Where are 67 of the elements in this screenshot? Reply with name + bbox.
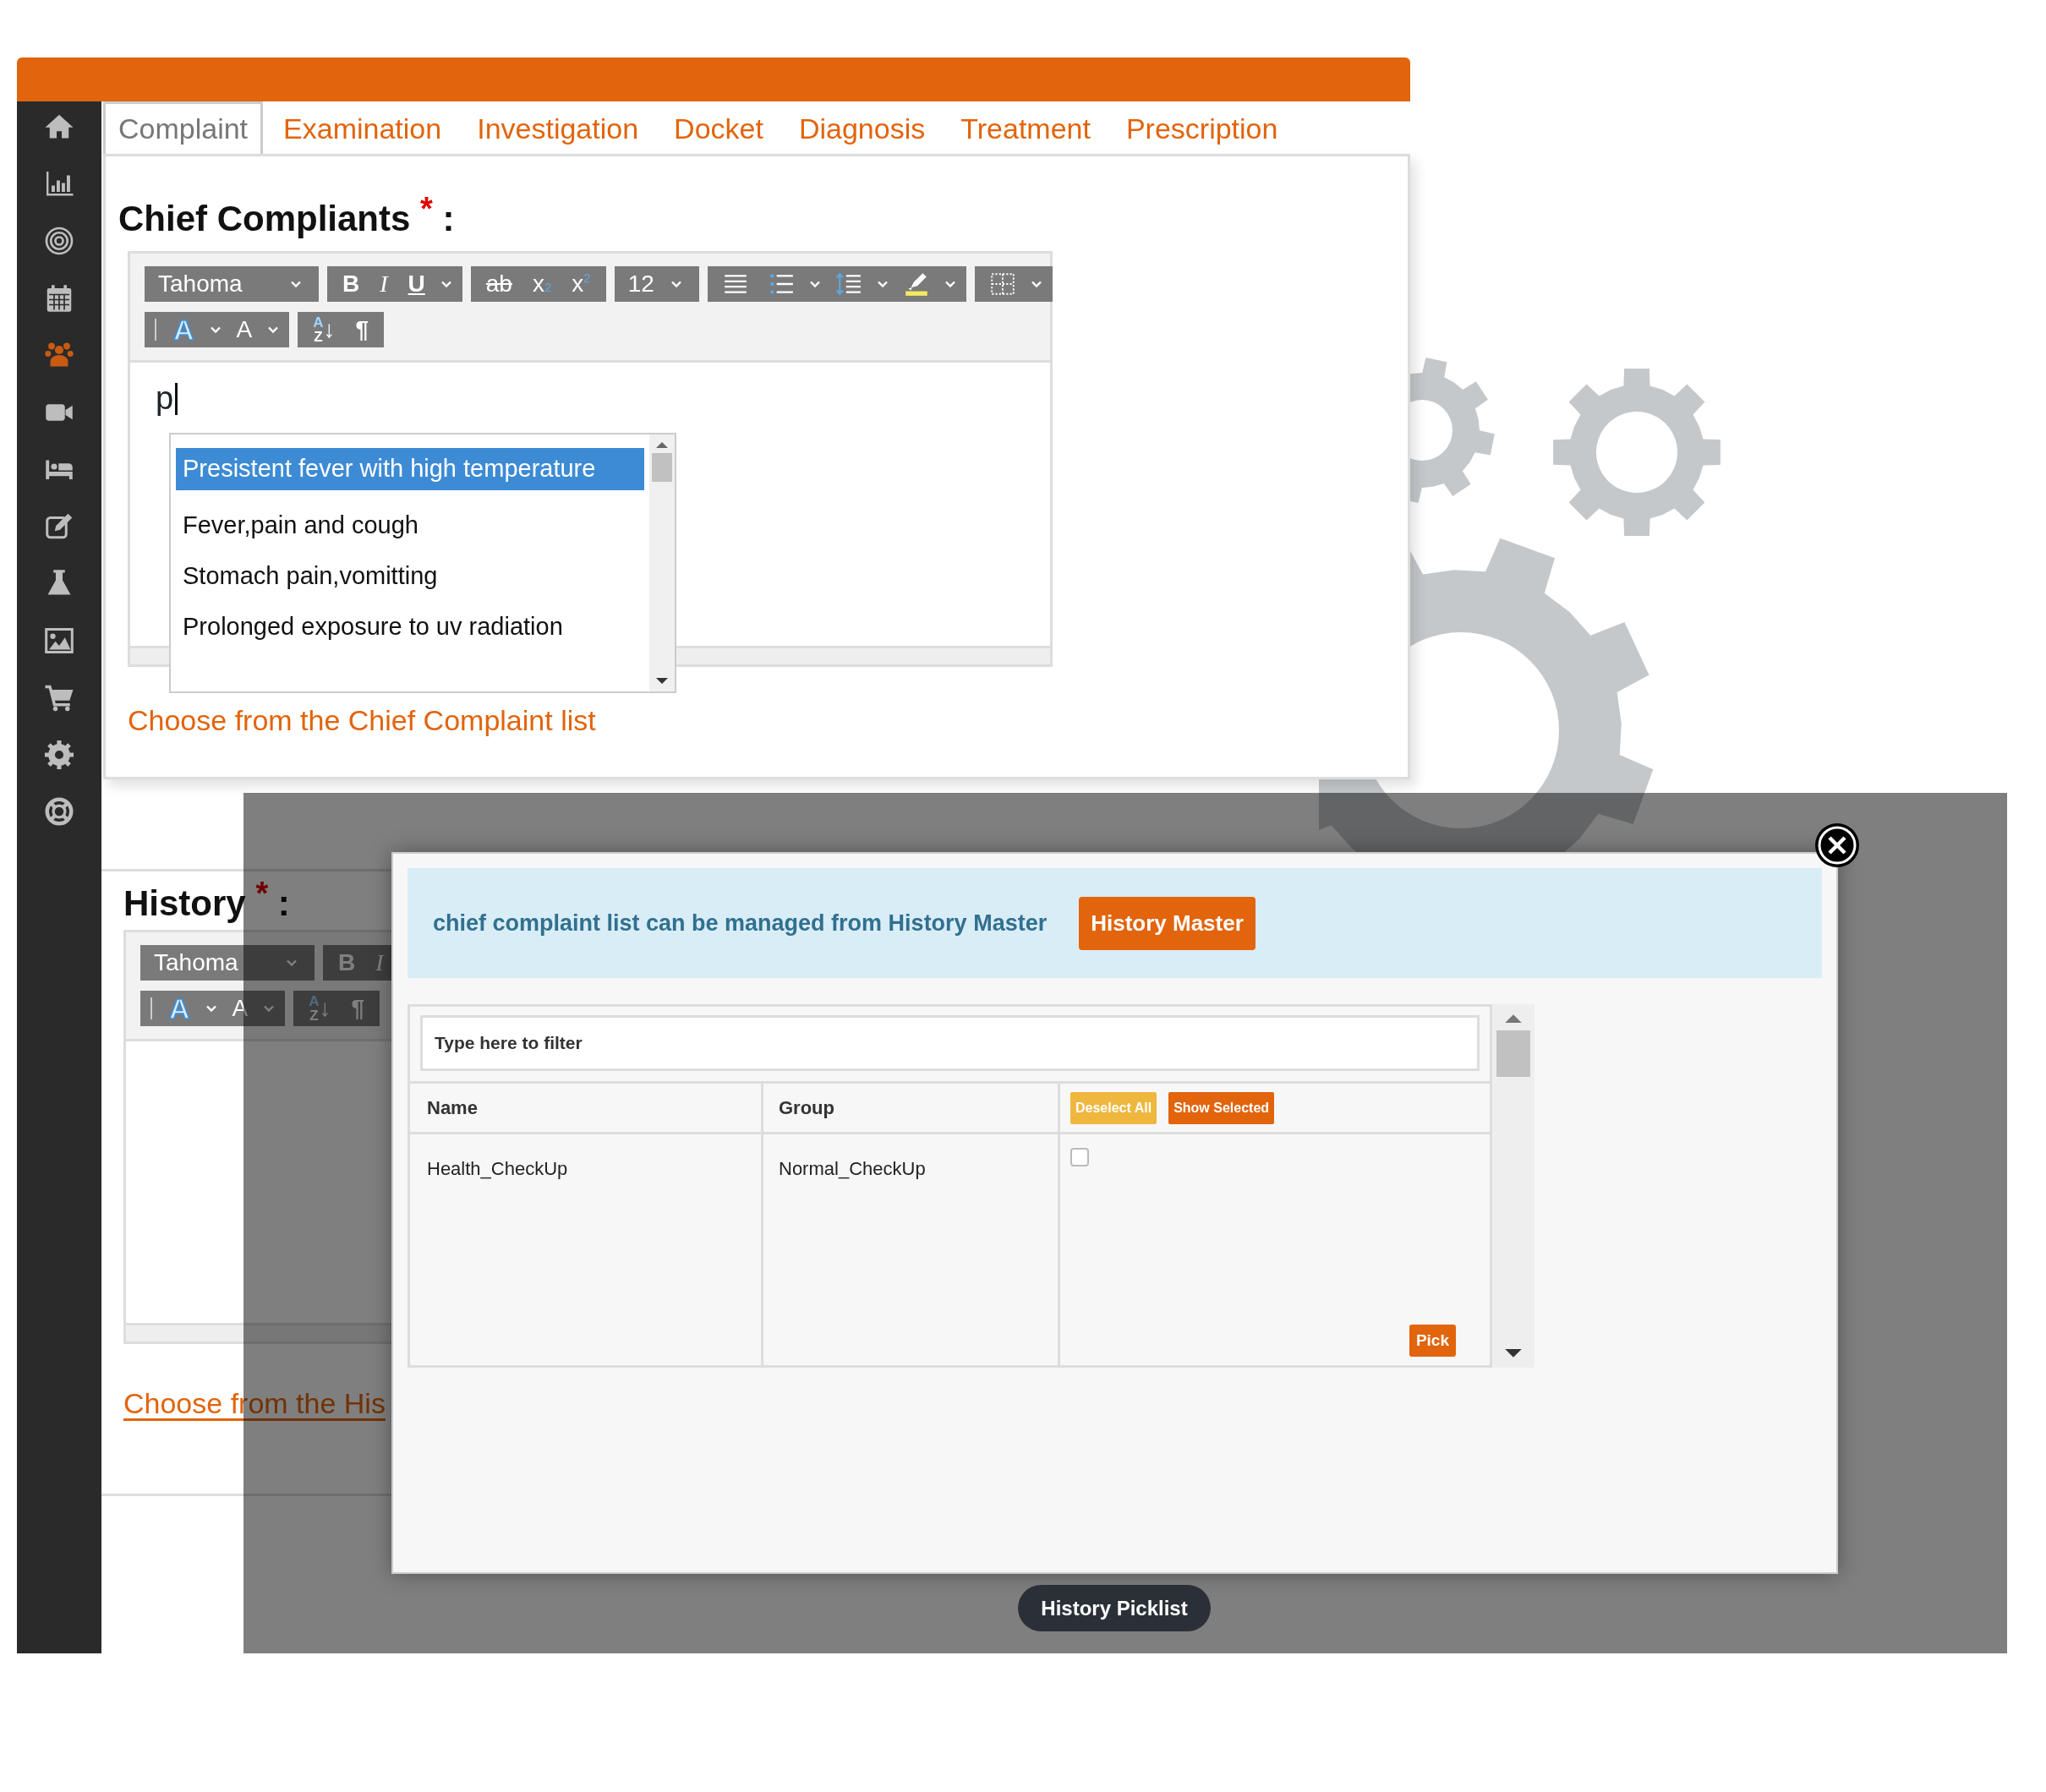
superscript-button[interactable]: x$^{2}$ <box>561 266 601 302</box>
tab[interactable]: Docket <box>659 101 779 154</box>
filter-field[interactable]: Type here to filter <box>420 1015 1480 1071</box>
chevron-icon[interactable] <box>439 279 453 289</box>
italic-button[interactable]: I <box>369 266 398 302</box>
font-select[interactable]: Tahoma <box>150 266 314 302</box>
scroll-up-icon[interactable] <box>655 440 669 450</box>
tab[interactable]: Examination <box>268 101 457 154</box>
tab[interactable]: Prescription <box>1110 101 1294 154</box>
suggestion-item[interactable]: Prolonged exposure to uv radiation <box>176 602 644 653</box>
tab[interactable]: Complaint <box>103 101 264 154</box>
history-master-button[interactable]: History Master <box>1079 896 1256 950</box>
chevron-icon[interactable] <box>807 279 822 289</box>
chevron-icon[interactable] <box>262 1003 276 1013</box>
pick-button[interactable]: Pick <box>1409 1324 1456 1357</box>
target-icon[interactable] <box>43 226 75 256</box>
chevron-icon <box>289 279 303 289</box>
pilcrow-button[interactable]: ¶ <box>341 991 375 1026</box>
gear-icon[interactable] <box>43 739 75 770</box>
chevron-icon <box>285 958 298 968</box>
table-action-button[interactable]: Show Selected <box>1168 1091 1275 1124</box>
tooltip-label: History Picklist <box>1018 1585 1211 1631</box>
scroll-down-icon[interactable] <box>655 676 669 686</box>
chevron-icon <box>669 279 683 289</box>
scroll-down-icon[interactable] <box>1504 1348 1523 1359</box>
scroll-thumb[interactable] <box>652 453 672 482</box>
font-color-button[interactable]: A <box>163 312 205 347</box>
line-spacing-icon[interactable] <box>834 271 862 297</box>
column-header: Group <box>779 1096 834 1120</box>
pilcrow-button[interactable]: ¶ <box>345 312 380 347</box>
scroll-up-icon[interactable] <box>1504 1013 1523 1024</box>
text-cursor <box>175 382 178 415</box>
table-cell-text: Normal_CheckUp <box>779 1157 926 1181</box>
font-size-button[interactable]: A <box>226 312 263 347</box>
strikethrough-button[interactable]: ab <box>475 266 522 302</box>
lifebuoy-icon[interactable] <box>43 796 75 827</box>
tab[interactable]: Investigation <box>462 101 654 154</box>
checkbox[interactable] <box>1070 1148 1089 1166</box>
choose-list-link[interactable]: Choose from the Chief Complaint list <box>128 699 596 742</box>
suggestion-item[interactable]: Fever,pain and cough <box>176 500 644 551</box>
chevron-icon[interactable] <box>1029 279 1043 289</box>
font-size-button[interactable]: A <box>222 991 259 1026</box>
chevron-icon[interactable] <box>943 279 957 289</box>
chevron-icon[interactable] <box>208 325 222 335</box>
editor-text[interactable]: p <box>156 374 174 423</box>
chevron-icon[interactable] <box>875 279 889 289</box>
font-select[interactable]: Tahoma <box>145 945 309 981</box>
bold-button[interactable]: B <box>328 945 366 981</box>
chevron-icon[interactable] <box>266 325 281 335</box>
editor-area[interactable] <box>126 1039 391 1323</box>
suggestion-item[interactable]: Stomach pain,vomitting <box>176 551 644 602</box>
tab[interactable]: Diagnosis <box>783 101 941 154</box>
font-size-select[interactable]: 12 <box>619 266 694 302</box>
table-icon[interactable] <box>988 271 1016 297</box>
close-button[interactable] <box>1814 822 1860 868</box>
chevron-icon[interactable] <box>204 1003 218 1013</box>
table-action-button[interactable]: Deselect All <box>1070 1091 1157 1124</box>
bold-button[interactable]: B <box>332 266 370 302</box>
table-cell-text: Health_CheckUp <box>427 1157 568 1181</box>
alert-text: chief complaint list can be managed from History Master <box>433 909 1048 937</box>
font-color-button[interactable]: A <box>159 991 200 1026</box>
scroll-thumb[interactable] <box>1496 1030 1530 1077</box>
underline-button[interactable]: U <box>397 266 435 302</box>
column-header: Name <box>427 1096 478 1120</box>
italic-button[interactable]: I <box>365 945 391 981</box>
suggestion-item[interactable]: Presistent fever with high temperature <box>176 448 644 490</box>
tab[interactable]: Treatment <box>945 101 1106 154</box>
